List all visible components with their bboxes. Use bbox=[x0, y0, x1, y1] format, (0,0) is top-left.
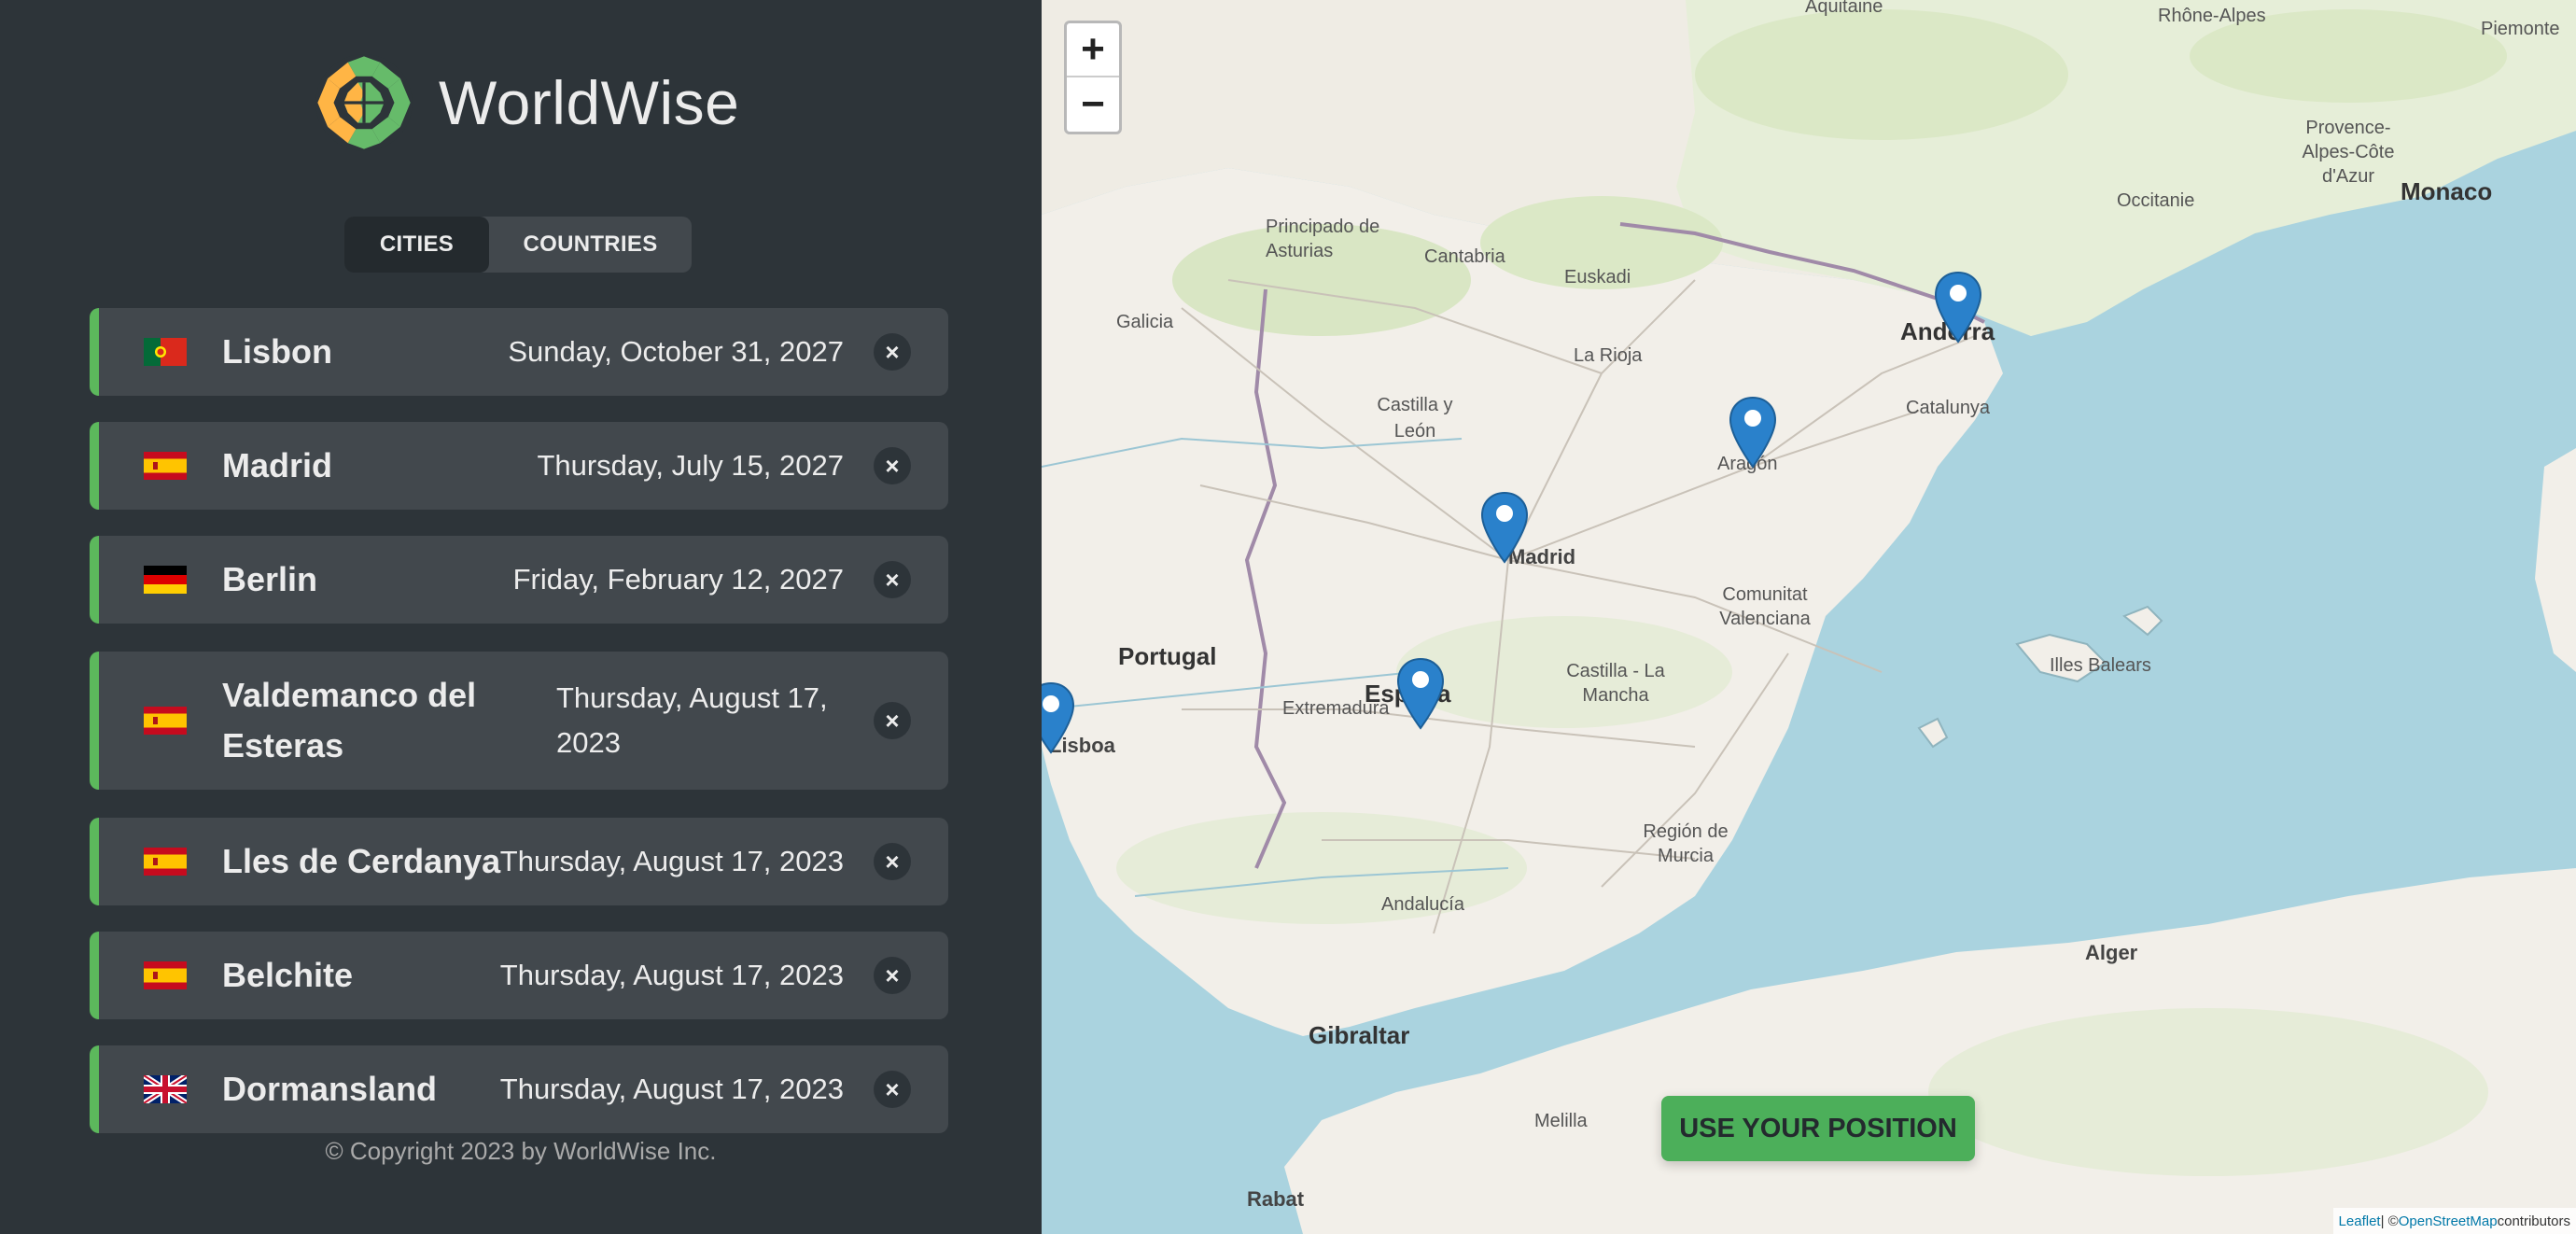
app-logo[interactable]: WorldWise bbox=[314, 52, 739, 153]
map-container[interactable]: + − Aquitaine Rhône-Alpes Piemonte Occit… bbox=[1042, 0, 2576, 1234]
map-label: Región de Murcia bbox=[1643, 821, 1729, 866]
city-name: Dormansland bbox=[222, 1070, 438, 1108]
zoom-in-button[interactable]: + bbox=[1067, 23, 1119, 77]
map-label: Occitanie bbox=[2117, 190, 2195, 211]
map-label: Extremadura bbox=[1282, 698, 1390, 719]
uk-flag-icon bbox=[144, 1075, 187, 1103]
map-label: Provence-Alpes-Côte d'Azur bbox=[2302, 118, 2395, 187]
city-item[interactable]: Belchite Thursday, August 17, 2023 × bbox=[90, 932, 948, 1019]
map-label: Piemonte bbox=[2481, 19, 2560, 39]
delete-city-button[interactable]: × bbox=[874, 447, 911, 484]
map-label: Rhône-Alpes bbox=[2158, 6, 2266, 26]
spain-flag-icon bbox=[144, 707, 187, 735]
germany-flag-icon bbox=[144, 566, 187, 594]
zoom-out-button[interactable]: − bbox=[1067, 77, 1119, 132]
sidebar: WorldWise CITIES COUNTRIES Lisbon Sunday… bbox=[0, 0, 1042, 1234]
city-date: Thursday, July 15, 2027 bbox=[537, 449, 844, 482]
attribution-suffix: contributors bbox=[2497, 1213, 2570, 1229]
map-label: Castilla - La Mancha bbox=[1566, 661, 1665, 706]
portugal-flag-icon bbox=[144, 338, 187, 366]
map-label: Alger bbox=[2085, 941, 2138, 964]
map-label: Aquitaine bbox=[1805, 0, 1883, 17]
city-item[interactable]: Madrid Thursday, July 15, 2027 × bbox=[90, 422, 948, 510]
map-marker-icon[interactable] bbox=[1042, 681, 1075, 754]
map-attribution: Leaflet | © OpenStreetMap contributors bbox=[2332, 1208, 2576, 1234]
delete-city-button[interactable]: × bbox=[874, 561, 911, 598]
spain-flag-icon bbox=[144, 961, 187, 989]
map-label: Comunitat Valenciana bbox=[1719, 584, 1811, 629]
city-item[interactable]: Valdemanco del Esteras Thursday, August … bbox=[90, 652, 948, 790]
map-label: Rabat bbox=[1247, 1187, 1305, 1211]
map-label: Andalucía bbox=[1381, 894, 1464, 915]
city-date: Thursday, August 17, 2023 bbox=[499, 845, 844, 877]
map-label: Cantabria bbox=[1424, 246, 1505, 267]
map-label: Portugal bbox=[1118, 642, 1217, 670]
use-your-position-button[interactable]: USE YOUR POSITION bbox=[1661, 1096, 1975, 1161]
map-label: Galicia bbox=[1116, 312, 1174, 332]
spain-flag-icon bbox=[144, 848, 187, 876]
attribution-separator: | © bbox=[2380, 1213, 2399, 1229]
delete-city-button[interactable]: × bbox=[874, 843, 911, 880]
app-name: WorldWise bbox=[439, 68, 740, 137]
map-label: Melilla bbox=[1534, 1111, 1588, 1131]
map-label: Castilla y León bbox=[1377, 395, 1453, 442]
city-item[interactable]: Lles de Cerdanya Thursday, August 17, 20… bbox=[90, 818, 948, 905]
city-name: Lles de Cerdanya bbox=[222, 842, 501, 880]
delete-city-button[interactable]: × bbox=[874, 702, 911, 739]
tab-cities[interactable]: CITIES bbox=[344, 217, 489, 273]
tab-countries[interactable]: COUNTRIES bbox=[489, 217, 692, 273]
city-name: Valdemanco del Esteras bbox=[222, 676, 477, 764]
map-label: Monaco bbox=[2401, 177, 2493, 205]
copyright-text: © Copyright 2023 by WorldWise Inc. bbox=[325, 1137, 717, 1165]
map-marker-icon[interactable] bbox=[1729, 396, 1777, 469]
map-marker-icon[interactable] bbox=[1480, 491, 1529, 564]
city-date: Thursday, August 17, 2023 bbox=[499, 1073, 844, 1105]
city-item[interactable]: Lisbon Sunday, October 31, 2027 × bbox=[90, 308, 948, 396]
city-item[interactable]: Berlin Friday, February 12, 2027 × bbox=[90, 536, 948, 624]
city-name: Belchite bbox=[222, 956, 354, 994]
map-label: Principado de Asturias bbox=[1266, 217, 1380, 261]
globe-logo-icon bbox=[315, 54, 413, 151]
delete-city-button[interactable]: × bbox=[874, 957, 911, 994]
delete-city-button[interactable]: × bbox=[874, 1071, 911, 1108]
zoom-control: + − bbox=[1064, 21, 1122, 134]
delete-city-button[interactable]: × bbox=[874, 333, 911, 371]
city-name: Berlin bbox=[222, 560, 318, 598]
map-label: La Rioja bbox=[1574, 345, 1643, 366]
map-label: Gibraltar bbox=[1309, 1021, 1410, 1049]
map-marker-icon[interactable] bbox=[1396, 657, 1445, 730]
leaflet-link[interactable]: Leaflet bbox=[2339, 1213, 2381, 1229]
map-label: Illes Balears bbox=[2050, 655, 2151, 676]
map-marker-icon[interactable] bbox=[1934, 271, 1982, 344]
city-name: Madrid bbox=[222, 446, 333, 484]
view-tabs: CITIES COUNTRIES bbox=[344, 217, 692, 273]
city-item[interactable]: Dormansland Thursday, August 17, 2023 × bbox=[90, 1045, 948, 1133]
city-name: Lisbon bbox=[222, 332, 332, 371]
city-date: Thursday, August 17, 2023 bbox=[499, 959, 844, 991]
openstreetmap-link[interactable]: OpenStreetMap bbox=[2399, 1213, 2498, 1229]
city-date: Sunday, October 31, 2027 bbox=[508, 335, 844, 368]
city-date: Thursday, August 17, 2023 bbox=[556, 681, 828, 759]
map-label: Catalunya bbox=[1906, 398, 1991, 418]
city-date: Friday, February 12, 2027 bbox=[512, 563, 844, 596]
spain-flag-icon bbox=[144, 452, 187, 480]
map-label: Euskadi bbox=[1564, 267, 1631, 287]
